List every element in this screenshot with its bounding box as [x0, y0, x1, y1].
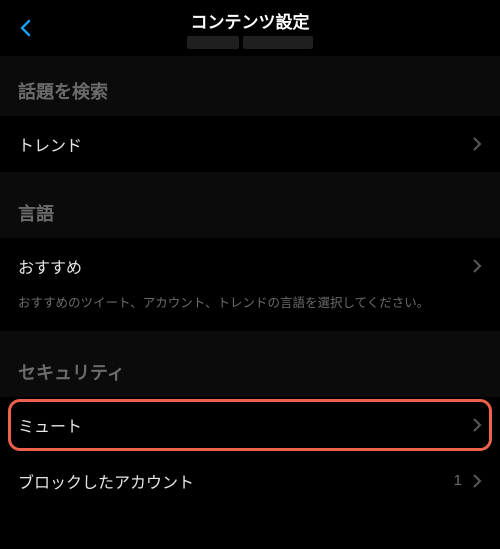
row-value: 1	[454, 472, 462, 489]
back-button[interactable]	[12, 14, 40, 42]
row-mute[interactable]: ミュート	[0, 397, 500, 453]
row-description: おすすめのツイート、アカウント、トレンドの言語を選択してください。	[0, 294, 500, 331]
page-subtitle	[187, 36, 313, 49]
chevron-right-icon	[472, 136, 482, 152]
section-header-search: 話題を検索	[0, 56, 500, 116]
chevron-right-icon	[472, 417, 482, 433]
row-label: おすすめ	[18, 254, 82, 278]
title-block: コンテンツ設定	[187, 8, 313, 49]
row-trends[interactable]: トレンド	[0, 116, 500, 172]
row-label: トレンド	[18, 132, 82, 156]
chevron-left-icon	[17, 19, 35, 37]
section-header-label: 話題を検索	[18, 82, 108, 102]
chevron-right-icon	[472, 258, 482, 274]
row-label: ミュート	[18, 413, 82, 437]
row-recommend[interactable]: おすすめ	[0, 238, 500, 294]
row-blocked-accounts[interactable]: ブロックしたアカウント 1	[0, 453, 500, 509]
section-header-label: 言語	[18, 204, 54, 224]
chevron-right-icon	[472, 473, 482, 489]
header-bar: コンテンツ設定	[0, 0, 500, 56]
section-header-label: セキュリティ	[18, 363, 125, 383]
page-title: コンテンツ設定	[187, 8, 313, 33]
section-header-security: セキュリティ	[0, 337, 500, 397]
row-label: ブロックしたアカウント	[18, 469, 194, 493]
section-header-language: 言語	[0, 178, 500, 238]
